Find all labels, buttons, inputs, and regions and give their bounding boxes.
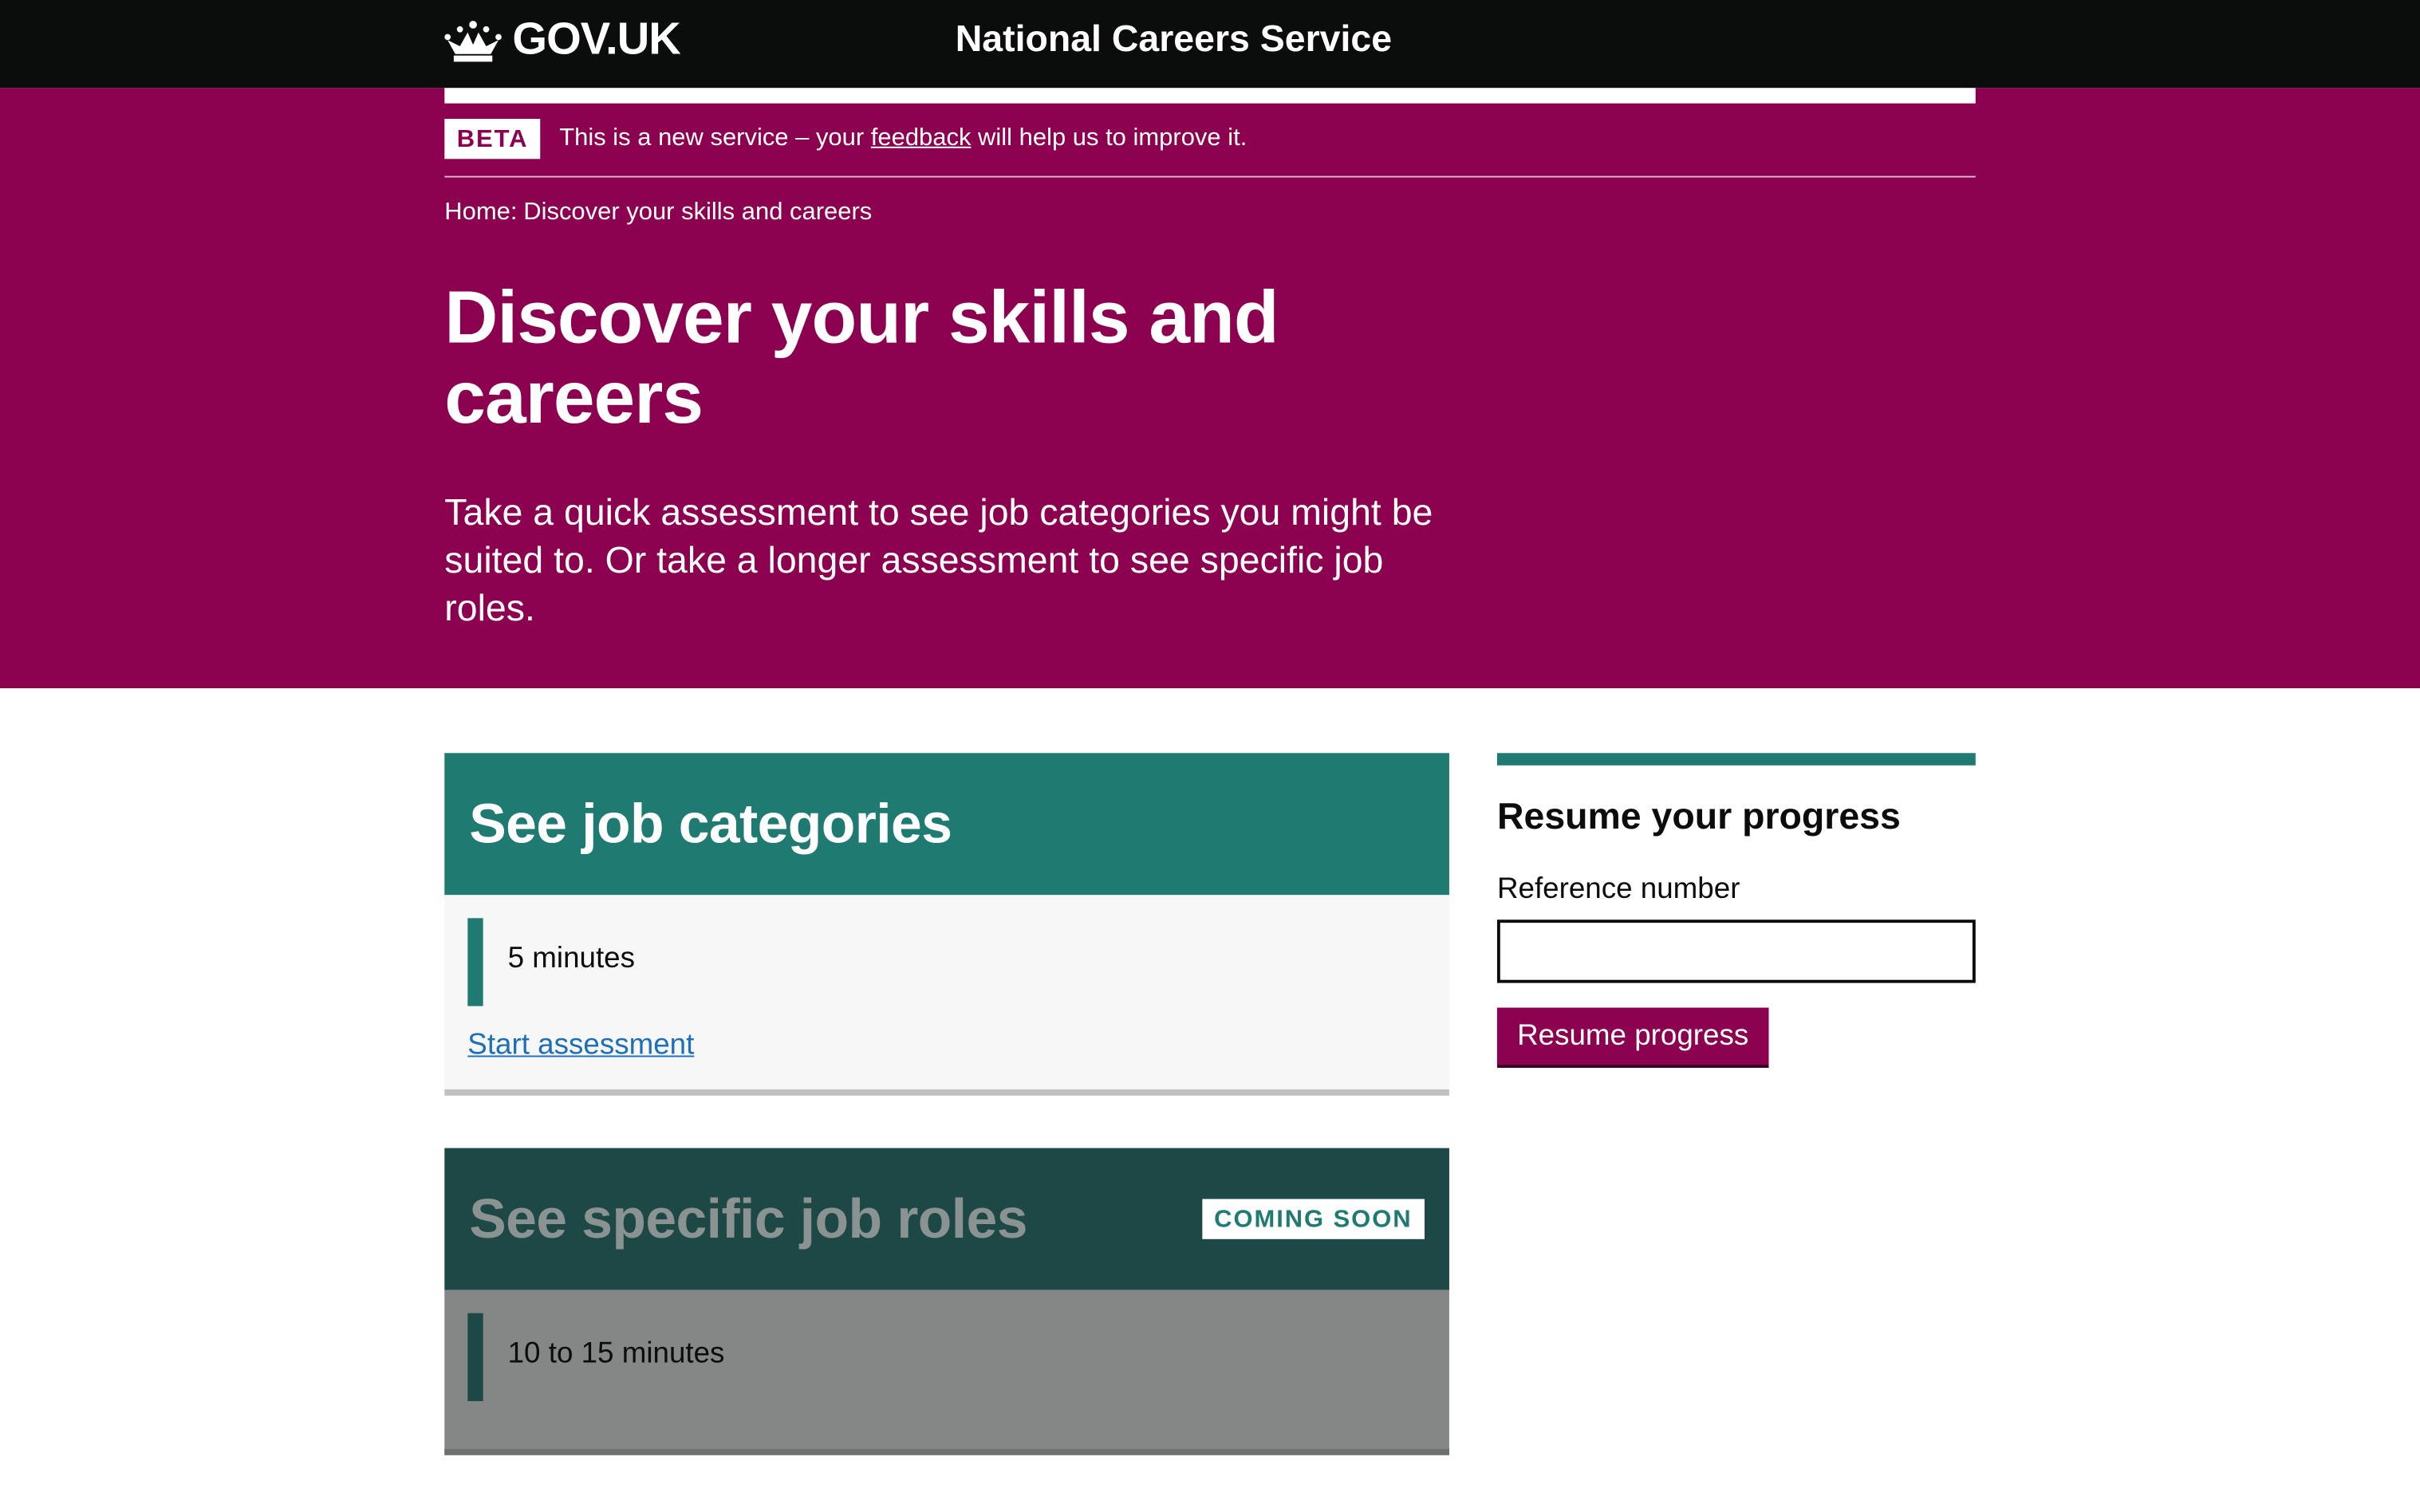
main-content: See job categories 5 minutes Start asses… (0, 688, 2420, 1464)
govuk-logo-text: GOV.UK (512, 15, 680, 65)
phase-banner-text: This is a new service – your feedback wi… (559, 117, 1247, 160)
card-title: See specific job roles (469, 1187, 1027, 1250)
assessment-duration: 10 to 15 minutes (507, 1337, 725, 1371)
phase-text-before: This is a new service – your (559, 124, 871, 152)
breadcrumb-separator: : (510, 199, 518, 226)
breadcrumb-home-link[interactable]: Home (444, 199, 510, 227)
site-header: GOV.UK National Careers Service (0, 0, 2420, 89)
resume-heading: Resume your progress (1496, 796, 1901, 838)
page-title: Discover your skills and careers (444, 278, 1279, 440)
resume-progress-panel: Resume your progress Reference number Re… (1496, 753, 1976, 1065)
coming-soon-tag: COMING SOON (1201, 1199, 1425, 1239)
card-header: See specific job roles COMING SOON (444, 1148, 1449, 1290)
phase-text-after: will help us to improve it. (971, 124, 1247, 152)
assessment-duration: 5 minutes (507, 943, 636, 975)
card-body: 5 minutes Start assessment (444, 895, 1449, 1096)
resume-top-bar (1496, 753, 1976, 766)
resume-progress-button[interactable]: Resume progress (1496, 1007, 1769, 1065)
card-body: 10 to 15 minutes (444, 1290, 1449, 1455)
start-assessment-link[interactable]: Start assessment (467, 1030, 694, 1064)
crown-icon (444, 20, 502, 61)
inset-bar (467, 918, 483, 1006)
job-categories-card: See job categories 5 minutes Start asses… (444, 753, 1449, 1096)
feedback-link[interactable]: feedback (871, 125, 972, 152)
breadcrumb: Home : Discover your skills and careers (444, 199, 872, 227)
reference-number-label: Reference number (1496, 873, 1740, 906)
beta-tag: BETA (444, 118, 541, 159)
page-lede: Take a quick assessment to see job categ… (444, 492, 1433, 630)
reference-number-input[interactable] (1496, 919, 1976, 983)
hero-banner: BETA This is a new service – your feedba… (0, 88, 2420, 689)
phase-banner: BETA This is a new service – your feedba… (444, 117, 1976, 178)
inset-bar (467, 1313, 483, 1401)
breadcrumb-current: Discover your skills and careers (523, 199, 873, 226)
govuk-logo-link[interactable]: GOV.UK (444, 15, 681, 66)
card-header: See job categories (444, 753, 1449, 896)
card-title: See job categories (469, 791, 952, 855)
service-name-link[interactable]: National Careers Service (956, 18, 1392, 61)
job-roles-card: See specific job roles COMING SOON 10 to… (444, 1148, 1449, 1455)
hero-top-bar (444, 88, 1976, 104)
